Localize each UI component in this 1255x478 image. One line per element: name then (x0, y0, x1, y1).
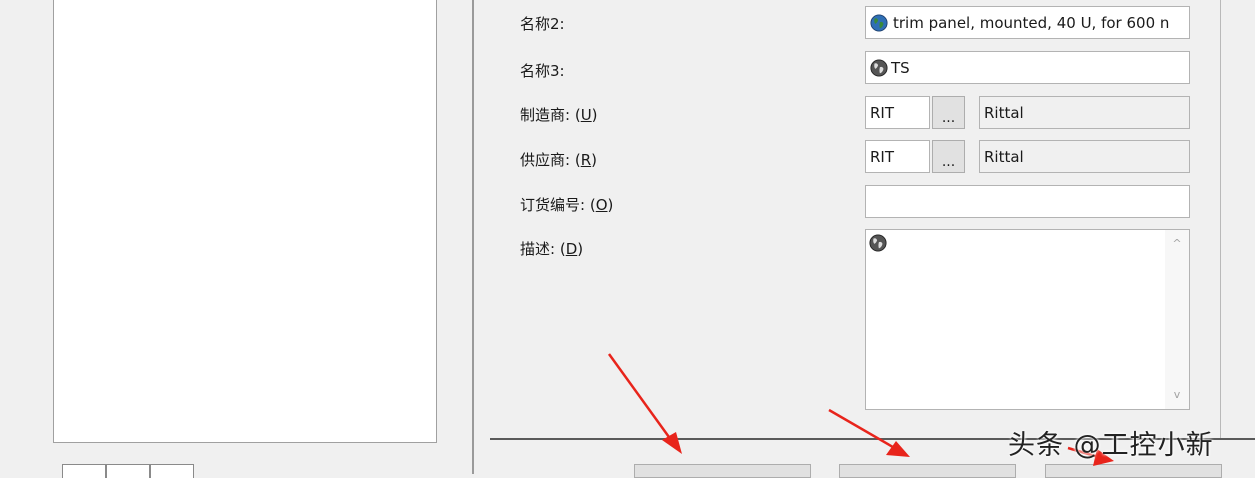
supplier-name-field: Rittal (979, 140, 1190, 173)
description-scrollbar[interactable]: ^ v (1165, 230, 1189, 409)
supplier-label: 供应商: (R) (520, 149, 597, 170)
manufacturer-code-value: RIT (870, 103, 895, 122)
left-tab-3[interactable] (150, 464, 194, 478)
manufacturer-name-field: Rittal (979, 96, 1190, 129)
manufacturer-name-value: Rittal (984, 103, 1024, 122)
order-number-label: 订货编号: (O) (520, 194, 613, 215)
globe-icon (869, 234, 887, 252)
name2-label: 名称2: (520, 15, 565, 33)
order-number-label-text: 订货编号: ( (520, 196, 596, 214)
name3-field[interactable]: TS (865, 51, 1190, 84)
watermark-text: 头条 @工控小新 (1008, 430, 1214, 461)
order-number-field[interactable] (865, 185, 1190, 218)
scroll-down-arrow[interactable]: v (1171, 389, 1183, 401)
description-label: 描述: (D) (520, 238, 583, 259)
name2-field[interactable]: trim panel, mounted, 40 U, for 600 n (865, 6, 1190, 39)
supplier-code-value: RIT (870, 147, 895, 166)
order-number-mnemonic: O (595, 196, 608, 214)
supplier-mnemonic: R (580, 151, 592, 169)
manufacturer-label-end: ) (591, 106, 598, 124)
supplier-label-text: 供应商: ( (520, 151, 581, 169)
supplier-code-field[interactable]: RIT (865, 140, 930, 173)
supplier-label-end: ) (591, 151, 597, 169)
red-arrow-2 (828, 408, 910, 457)
name3-value: TS (891, 58, 910, 77)
description-mnemonic: D (565, 240, 578, 258)
scroll-up-arrow[interactable]: ^ (1171, 238, 1183, 250)
supplier-browse-button[interactable]: ... (932, 140, 965, 173)
left-tab-strip (62, 464, 194, 478)
name2-value: trim panel, mounted, 40 U, for 600 n (893, 13, 1170, 32)
supplier-name-value: Rittal (984, 147, 1024, 166)
form-right-border (1220, 0, 1221, 438)
description-textarea[interactable]: ^ v (865, 229, 1190, 410)
name3-label: 名称3: (520, 62, 565, 80)
dialog-button-3[interactable] (1045, 464, 1222, 478)
dialog-button-2[interactable] (839, 464, 1016, 478)
order-number-label-end: ) (607, 196, 614, 214)
manufacturer-label-text: 制造商: ( (520, 106, 581, 124)
manufacturer-browse-button[interactable]: ... (932, 96, 965, 129)
left-list-panel[interactable] (53, 0, 437, 443)
description-label-end: ) (577, 240, 584, 258)
description-label-text: 描述: ( (520, 240, 566, 258)
manufacturer-code-field[interactable]: RIT (865, 96, 930, 129)
manufacturer-mnemonic: U (580, 106, 592, 124)
manufacturer-label: 制造商: (U) (520, 104, 598, 125)
panel-splitter[interactable] (472, 0, 474, 474)
left-tab-1[interactable] (62, 464, 106, 478)
globe-icon (870, 58, 888, 77)
globe-icon (870, 13, 888, 32)
left-tab-2[interactable] (106, 464, 150, 478)
dialog-button-1[interactable] (634, 464, 811, 478)
